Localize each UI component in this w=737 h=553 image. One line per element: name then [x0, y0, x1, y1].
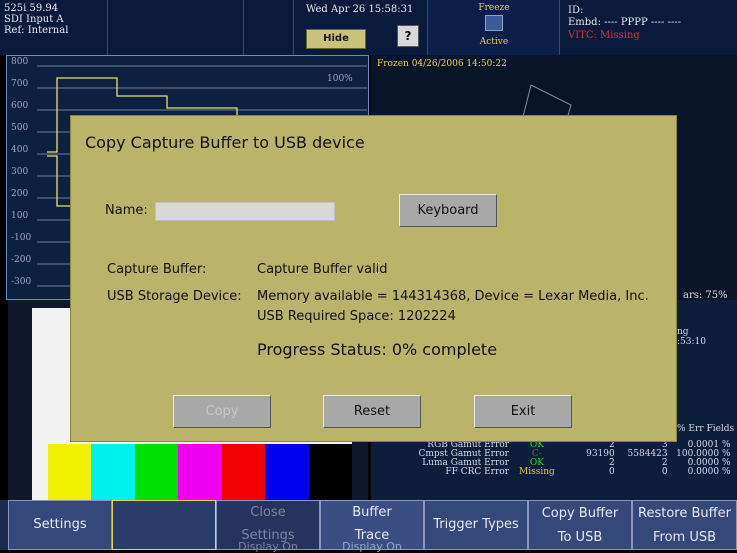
- buffer-label: Buffer: [352, 505, 392, 520]
- top-status-bar: 525i 59.94 SDI Input A Ref: Internal Wed…: [0, 0, 737, 62]
- status-row: FF CRC Error Missing 0 0 0.0000 %: [391, 468, 731, 477]
- format-cell: 525i 59.94 SDI Input A Ref: Internal: [0, 0, 108, 55]
- capture-buffer-value: Capture Buffer valid: [257, 262, 388, 277]
- display-on-label-1: Display On: [238, 540, 298, 553]
- help-button[interactable]: ?: [397, 25, 419, 47]
- tick-neg300: -300: [11, 277, 32, 287]
- tick-500: 500: [11, 123, 29, 133]
- display-on-label-2: Display On: [342, 540, 402, 553]
- tick-800: 800: [11, 57, 29, 67]
- status-row: Luma Gamut Error OK 2 2 0.0000 %: [391, 459, 731, 468]
- reference: Ref: Internal: [4, 25, 69, 36]
- datetime: Wed Apr 26 15:58:31: [306, 4, 414, 15]
- hide-menu-button[interactable]: Hide Menu: [306, 29, 366, 62]
- reset-button[interactable]: Reset: [323, 395, 421, 428]
- tick-300: 300: [11, 167, 29, 177]
- pct-100-label: 100%: [327, 74, 353, 84]
- restore-buffer-button[interactable]: Restore Buffer From USB: [632, 500, 737, 550]
- status-cell-3: [244, 0, 294, 55]
- bar-magenta: [178, 444, 222, 500]
- bar-blue: [265, 444, 309, 500]
- bar-black: [308, 444, 352, 500]
- freeze-label: Freeze: [478, 3, 510, 13]
- row-count2: 5584423: [627, 449, 668, 459]
- freeze-state: Active: [479, 37, 509, 47]
- row-pct: 0.0000 %: [687, 467, 731, 477]
- restore-label-1: Restore Buffer: [638, 506, 731, 521]
- close-label: Close: [250, 505, 286, 520]
- id-label: ID:: [568, 5, 584, 16]
- row-count2: 0: [661, 467, 668, 477]
- row-count1: 0: [609, 467, 615, 477]
- row-state: Missing: [518, 467, 555, 477]
- row-label: FF CRC Error: [445, 467, 509, 477]
- progress-status: Progress Status: 0% complete: [257, 340, 498, 359]
- bottom-softkey-bar: Settings Close Settings Display On Buffe…: [0, 500, 737, 553]
- tick-700: 700: [11, 79, 29, 89]
- color-bars: [48, 444, 352, 500]
- tick-200: 200: [11, 189, 29, 199]
- status-side-2: :53:10: [677, 337, 706, 347]
- embd-status: Embd: ---- PPPP ---- ----: [568, 17, 682, 28]
- exit-button[interactable]: Exit: [474, 395, 572, 428]
- bar-cyan: [91, 444, 135, 500]
- id-cell: ID: Embd: ---- PPPP ---- ---- VITC: Miss…: [560, 0, 737, 55]
- video-format: 525i 59.94: [4, 3, 59, 14]
- status-side-1: ng: [677, 327, 689, 337]
- restore-label-2: From USB: [652, 530, 717, 545]
- settings-button[interactable]: Settings: [8, 500, 112, 550]
- copy-buffer-label-1: Copy Buffer: [541, 506, 619, 521]
- tick-400: 400: [11, 145, 29, 155]
- usb-required-space: USB Required Space: 1202224: [257, 309, 456, 324]
- name-label: Name:: [105, 203, 148, 218]
- status-header: % Err Fields: [677, 424, 735, 434]
- bar-red: [221, 444, 266, 500]
- capture-buffer-label: Capture Buffer:: [107, 262, 207, 277]
- usb-device-value: Memory available = 144314368, Device = L…: [257, 289, 649, 304]
- copy-buffer-to-usb-button[interactable]: Copy Buffer To USB: [528, 500, 632, 550]
- freeze-icon: [485, 15, 503, 31]
- tick-neg100: -100: [11, 233, 32, 243]
- trigger-types-button[interactable]: Trigger Types: [424, 500, 528, 550]
- bar-green: [134, 444, 179, 500]
- tick-600: 600: [11, 101, 29, 111]
- status-cell-2: [108, 0, 244, 55]
- row-count1: 2: [609, 458, 615, 468]
- tick-100: 100: [11, 211, 29, 221]
- vitc-status: VITC: Missing: [568, 30, 640, 41]
- bar-yellow: [48, 444, 92, 500]
- keyboard-button[interactable]: Keyboard: [399, 194, 497, 227]
- copy-button[interactable]: Copy: [173, 395, 271, 428]
- freeze-cell[interactable]: Freeze Active: [428, 0, 560, 55]
- dialog-title: Copy Capture Buffer to USB device: [85, 133, 365, 152]
- row-count1: 93190: [586, 449, 615, 459]
- close-settings-button[interactable]: Close Settings Display On: [216, 500, 320, 553]
- copy-buffer-dialog: Copy Capture Buffer to USB device Name: …: [70, 115, 677, 442]
- copy-buffer-label-2: To USB: [557, 530, 603, 545]
- input-source: SDI Input A: [4, 14, 64, 25]
- empty-softkey[interactable]: [112, 500, 216, 550]
- usb-device-label: USB Storage Device:: [107, 289, 242, 304]
- name-input[interactable]: [155, 202, 335, 221]
- row-count2: 2: [661, 458, 668, 468]
- buffer-trace-button[interactable]: Buffer Trace Display On: [320, 500, 424, 553]
- tick-neg200: -200: [11, 255, 32, 265]
